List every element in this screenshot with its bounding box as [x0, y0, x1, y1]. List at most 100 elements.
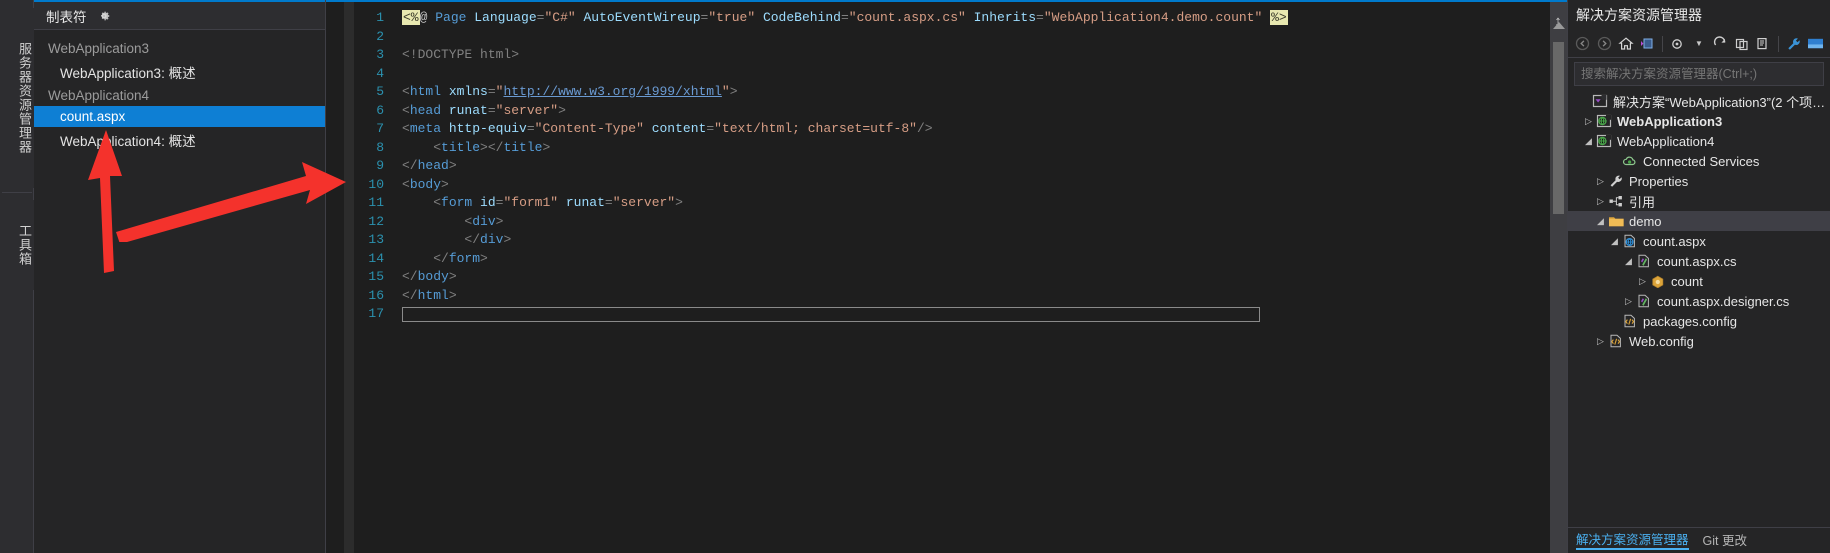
list-item-group-webapplication3[interactable]: WebApplication3 [34, 38, 325, 59]
tree-row-packages-config[interactable]: packages.config [1568, 311, 1830, 331]
tree-row-count-aspx-designer-cs[interactable]: ▷ count.aspx.designer.cs [1568, 291, 1830, 311]
sync-with-active-document-icon[interactable] [1638, 34, 1655, 53]
tree-expander-collapsed-icon[interactable]: ▷ [1594, 191, 1607, 211]
line-number: 10 [368, 176, 384, 192]
left-document-outline-panel: 制表符 WebApplication3 WebApplication3: 概述 … [34, 0, 326, 553]
solution-explorer-panel: 解决方案资源管理器 ▼ 搜索解决方案资源管理器(Ctrl+;) 解决方案“Web… [1568, 0, 1830, 553]
line-number: 15 [368, 269, 384, 284]
show-all-files-icon[interactable] [1755, 34, 1772, 53]
tree-expander-collapsed-icon[interactable]: ▷ [1582, 111, 1595, 131]
pending-changes-filter-icon[interactable] [1669, 34, 1686, 53]
chevron-down-icon[interactable]: ▼ [1690, 34, 1707, 53]
code-line-1: <%@ Page Language="C#" AutoEventWireup="… [402, 10, 1288, 25]
list-item-count-aspx[interactable]: count.aspx [34, 106, 325, 127]
vertical-tab-server-explorer[interactable]: 服务器资源管理器 [0, 8, 34, 188]
tree-label: packages.config [1643, 313, 1737, 329]
tree-expander-expanded-icon[interactable]: ◢ [1582, 131, 1595, 151]
tree-expander-expanded-icon[interactable]: ◢ [1622, 251, 1635, 271]
tree-row-webapplication3[interactable]: ▷ WebApplication3 [1568, 111, 1830, 131]
tree-row-count-aspx-cs[interactable]: ◢ count.aspx.cs [1568, 251, 1830, 271]
line-number: 13 [368, 232, 384, 247]
tree-row-demo-folder[interactable]: ◢ demo [1568, 211, 1830, 231]
tree-label: WebApplication4 [1617, 133, 1715, 149]
web-project-icon [1595, 114, 1613, 128]
left-panel-list: WebApplication3 WebApplication3: 概述 WebA… [34, 30, 325, 153]
tree-row-references[interactable]: ▷ 引用 [1568, 191, 1830, 211]
tree-row-solution[interactable]: 解决方案“WebApplication3”(2 个项目，共 2 [1568, 91, 1830, 111]
list-item-webapplication4-overview[interactable]: WebApplication4: 概述 [34, 127, 325, 153]
selection-margin [344, 2, 354, 553]
wrench-icon [1607, 174, 1625, 188]
cs-file-icon [1635, 254, 1653, 268]
forward-icon[interactable] [1595, 34, 1612, 53]
solution-explorer-toolbar: ▼ [1568, 30, 1830, 58]
code-line-7: <meta http-equiv="Content-Type" content=… [402, 121, 933, 136]
collapse-all-icon[interactable] [1733, 34, 1750, 53]
tree-label: count.aspx [1643, 233, 1706, 249]
vertical-tab-toolbox[interactable]: 工具箱 [0, 200, 34, 290]
code-line-16: </html> [402, 287, 457, 303]
line-number: 4 [376, 65, 384, 81]
tree-row-count-aspx[interactable]: ◢ count.aspx [1568, 231, 1830, 251]
tree-row-webapplication4[interactable]: ◢ WebApplication4 [1568, 131, 1830, 151]
connected-services-icon [1621, 154, 1639, 168]
line-number: 3 [376, 47, 384, 62]
code-line-11: <form id="form1" runat="server"> [433, 195, 683, 210]
folder-icon [1607, 214, 1625, 228]
code-editor: 1 2 3 4 5 6 7 8 9 10 11 12 13 14 15 16 1… [326, 0, 1568, 553]
line-number: 6 [376, 102, 384, 118]
tree-expander-collapsed-icon[interactable]: ▷ [1594, 331, 1607, 351]
tree-row-count-class[interactable]: ▷ count [1568, 271, 1830, 291]
code-line-6: <head runat="server"> [402, 102, 566, 118]
scroll-up-arrow-icon[interactable] [1553, 22, 1565, 29]
line-number: 9 [376, 158, 384, 173]
tree-expander-expanded-icon[interactable]: ◢ [1594, 211, 1607, 231]
gear-icon[interactable] [97, 9, 111, 23]
xhtml-namespace-link[interactable]: http://www.w3.org/1999/xhtml [503, 84, 721, 99]
tree-expander-collapsed-icon[interactable]: ▷ [1636, 271, 1649, 291]
tree-label: Properties [1629, 173, 1689, 189]
class-icon [1649, 274, 1667, 288]
back-icon[interactable] [1574, 34, 1591, 53]
editor-vertical-scrollbar[interactable]: ↕ [1550, 2, 1567, 553]
vertical-tab-strip: 服务器资源管理器 工具箱 [0, 0, 34, 553]
list-item-webapplication3-overview[interactable]: WebApplication3: 概述 [34, 59, 325, 85]
solution-explorer-search-box[interactable] [1574, 62, 1824, 86]
tree-label: demo [1629, 213, 1662, 229]
config-file-icon [1607, 334, 1625, 348]
line-number-gutter: 1 2 3 4 5 6 7 8 9 10 11 12 13 14 15 16 1… [354, 2, 388, 553]
visual-studio-window: 服务器资源管理器 工具箱 制表符 WebApplication3 WebAppl… [0, 0, 1830, 553]
tree-label: 引用 [1629, 194, 1656, 210]
code-line-8: <title></title> [433, 139, 551, 155]
tree-row-web-config[interactable]: ▷ Web.config [1568, 331, 1830, 351]
line-number: 11 [368, 195, 384, 210]
tree-row-connected-services[interactable]: Connected Services [1568, 151, 1830, 171]
left-panel-header: 制表符 [34, 2, 325, 30]
code-line-12: <div> [464, 213, 504, 229]
scrollbar-thumb[interactable] [1553, 42, 1564, 214]
tab-solution-explorer[interactable]: 解决方案资源管理器 [1576, 529, 1689, 550]
tree-expander-expanded-icon[interactable]: ◢ [1608, 231, 1621, 251]
list-item-group-webapplication4[interactable]: WebApplication4 [34, 85, 325, 106]
directive-close-marker: %> [1270, 10, 1288, 25]
code-text-area[interactable]: <%@ Page Language="C#" AutoEventWireup="… [388, 2, 1567, 553]
tab-git-changes[interactable]: Git 更改 [1703, 530, 1747, 550]
properties-wrench-icon[interactable] [1785, 34, 1802, 53]
refresh-icon[interactable] [1712, 34, 1729, 53]
home-icon[interactable] [1617, 34, 1634, 53]
tree-label: count.aspx.designer.cs [1657, 293, 1790, 309]
aspx-icon [1621, 234, 1639, 248]
left-panel-title: 制表符 [46, 9, 87, 25]
code-line-13: </div> [464, 232, 512, 247]
tree-expander-collapsed-icon[interactable]: ▷ [1622, 291, 1635, 311]
tree-row-properties[interactable]: ▷ Properties [1568, 171, 1830, 191]
caret-line-box[interactable] [402, 307, 1260, 322]
cs-file-icon [1635, 294, 1653, 308]
preview-selected-items-icon[interactable] [1807, 34, 1824, 53]
search-input[interactable] [1581, 67, 1817, 81]
editor-body[interactable]: 1 2 3 4 5 6 7 8 9 10 11 12 13 14 15 16 1… [326, 2, 1567, 553]
code-line-5: <html xmlns="http://www.w3.org/1999/xhtm… [402, 84, 738, 99]
tree-expander-collapsed-icon[interactable]: ▷ [1594, 171, 1607, 191]
